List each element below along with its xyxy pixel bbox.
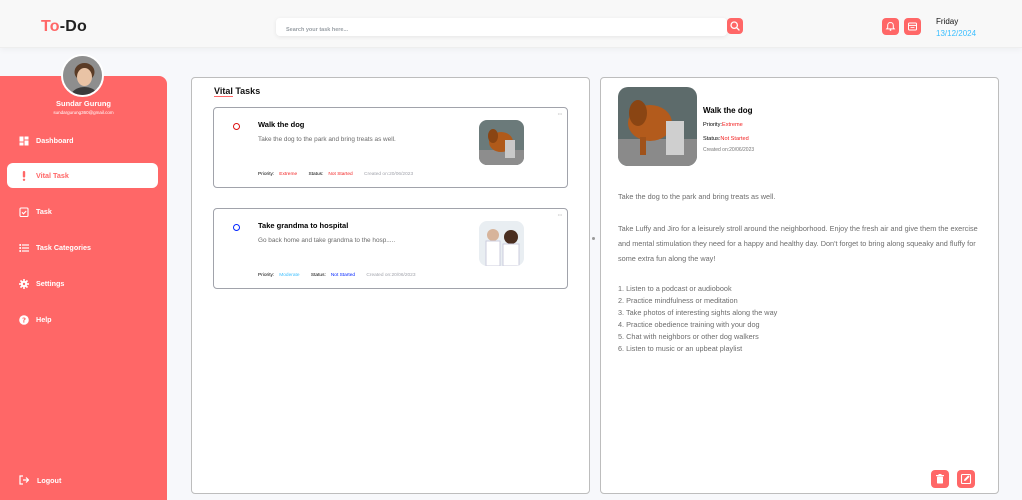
list-item: 3. Take photos of interesting sights alo…: [618, 308, 778, 317]
more-options-icon[interactable]: •••: [558, 212, 562, 217]
logout-button[interactable]: Logout: [19, 475, 61, 485]
user-email: sundargurung360@gmail.com: [53, 110, 114, 115]
detail-list: 1. Listen to a podcast or audiobook 2. P…: [618, 283, 777, 355]
current-date: 13/12/2024: [936, 29, 977, 38]
panel-title-rest: Tasks: [232, 86, 261, 96]
exclamation-icon: [19, 170, 29, 181]
search-bar: [276, 18, 727, 39]
task-description: Go back home and take grandma to the hos…: [258, 237, 396, 244]
edit-button[interactable]: [957, 470, 975, 488]
list-item: 6. Listen to music or an upbeat playlist: [618, 344, 743, 353]
task-card-walk-dog[interactable]: ••• Walk the dog Take the dog to the par…: [213, 107, 568, 188]
nav-label: Help: [36, 315, 52, 324]
nav-item-vital-task[interactable]: Vital Task: [7, 163, 158, 188]
list-item: 5. Chat with neighbors or other dog walk…: [618, 332, 759, 341]
detail-title: Walk the dog: [703, 106, 753, 115]
status-value: Not Started: [720, 136, 749, 142]
nav-label: Task: [36, 207, 52, 216]
detail-summary: Take the dog to the park and bring treat…: [618, 192, 776, 201]
created-date: Created on:20/06/2023: [366, 273, 416, 278]
resize-handle[interactable]: [592, 237, 595, 240]
more-options-icon[interactable]: •••: [558, 111, 562, 116]
nav-item-dashboard[interactable]: Dashboard: [7, 128, 158, 153]
nav-label: Vital Task: [36, 171, 69, 180]
notifications-button[interactable]: [882, 18, 899, 35]
status-label: Status:: [703, 136, 721, 142]
task-description: Take the dog to the park and bring treat…: [258, 136, 396, 143]
task-title: Walk the dog: [258, 120, 305, 129]
task-meta: Priority: Moderate Status: Not Started Cre…: [258, 273, 421, 278]
panel-title: Vital Tasks: [214, 86, 261, 97]
nav-item-task[interactable]: Task: [7, 199, 158, 224]
search-input[interactable]: [276, 21, 727, 39]
list-item: 1. Listen to a podcast or audiobook: [618, 284, 732, 293]
logout-label: Logout: [37, 475, 62, 485]
status-label: Status:: [308, 172, 324, 177]
task-meta: Priority: Extreme Status: Not Started Crea…: [258, 172, 418, 177]
priority-value: Extreme: [721, 122, 743, 128]
svg-text:?: ?: [22, 316, 26, 324]
status-value: Not Started: [328, 172, 353, 177]
priority-value: Moderate: [279, 273, 300, 278]
user-name: Sundar Gurung: [56, 99, 111, 108]
status-circle-icon: [233, 123, 240, 130]
edit-icon: [960, 473, 972, 485]
list-icon: [19, 243, 29, 253]
top-bar: To-Do Friday 13/12/2024: [0, 0, 1022, 48]
dashboard-icon: [19, 136, 29, 146]
detail-image: [618, 87, 697, 166]
detail-priority: Priority:Extreme: [703, 122, 743, 128]
calendar-button[interactable]: [904, 18, 921, 35]
detail-body: Take Luffy and Jiro for a leisurely stro…: [618, 224, 978, 263]
checklist-icon: [19, 206, 29, 217]
priority-value: Extreme: [279, 172, 298, 177]
app-logo[interactable]: To-Do: [41, 18, 87, 36]
nav-item-task-categories[interactable]: Task Categories: [7, 235, 158, 260]
task-title: Take grandma to hospital: [258, 221, 349, 230]
gear-icon: [19, 278, 29, 289]
detail-status: Status:Not Started: [703, 136, 749, 142]
current-day: Friday: [936, 17, 959, 26]
logo-part-a: To: [41, 18, 60, 35]
bell-icon: [885, 21, 896, 31]
priority-label: Priority:: [703, 122, 722, 128]
delete-button[interactable]: [931, 470, 949, 488]
task-thumbnail: [479, 221, 524, 266]
nav-item-help[interactable]: ? Help: [7, 307, 158, 332]
trash-icon: [936, 474, 944, 484]
list-item: 4. Practice obedience training with your…: [618, 320, 760, 329]
nav-label: Settings: [36, 279, 65, 288]
task-card-grandma[interactable]: ••• Take grandma to hospital Go back hom…: [213, 208, 568, 289]
help-icon: ?: [19, 314, 29, 325]
task-thumbnail: [479, 120, 524, 165]
created-date: Created on:20/06/2023: [364, 172, 414, 177]
search-button[interactable]: [727, 18, 743, 34]
status-value: Not Started: [330, 273, 356, 278]
calendar-icon: [908, 22, 917, 31]
nav-item-settings[interactable]: Settings: [7, 271, 158, 296]
status-label: Status:: [310, 273, 326, 278]
priority-label: Priority:: [258, 172, 275, 177]
status-circle-icon: [233, 224, 240, 231]
avatar[interactable]: [61, 54, 104, 97]
nav-label: Dashboard: [36, 136, 74, 145]
logout-icon: [19, 475, 30, 485]
detail-created-date: Created on:20/06/2023: [703, 147, 755, 153]
nav-label: Task Categories: [36, 243, 91, 252]
list-item: 2. Practice mindfulness or meditation: [618, 296, 738, 305]
priority-label: Priority:: [258, 273, 275, 278]
panel-title-underlined: Vital: [214, 86, 233, 97]
search-icon: [730, 21, 740, 31]
logo-part-b: -Do: [59, 18, 88, 35]
